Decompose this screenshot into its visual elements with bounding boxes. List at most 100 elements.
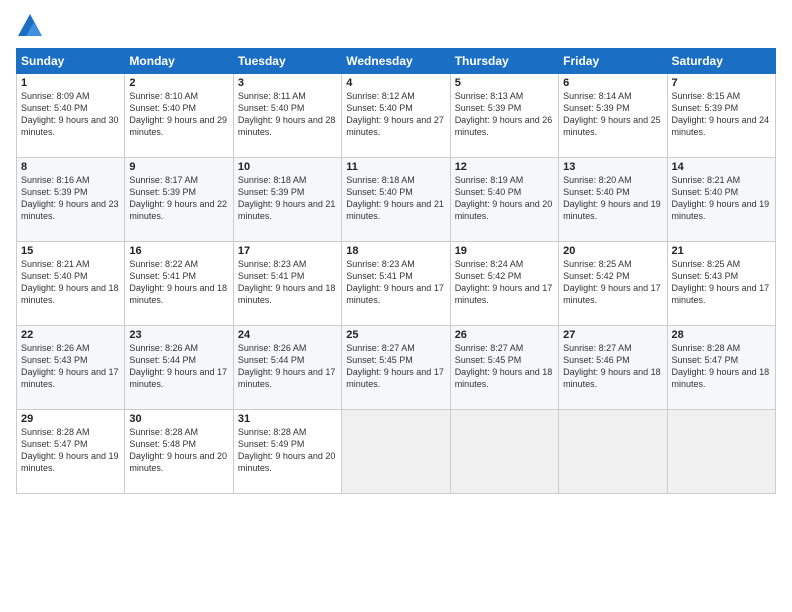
calendar-cell: 3Sunrise: 8:11 AMSunset: 5:40 PMDaylight… [233,74,341,158]
day-number: 23 [129,329,228,341]
calendar-cell: 20Sunrise: 8:25 AMSunset: 5:42 PMDayligh… [559,242,667,326]
day-number: 16 [129,245,228,257]
day-number: 2 [129,77,228,89]
weekday-header-thursday: Thursday [450,49,558,74]
cell-info: Sunrise: 8:25 AMSunset: 5:43 PMDaylight:… [672,258,771,307]
calendar-week-1: 1Sunrise: 8:09 AMSunset: 5:40 PMDaylight… [17,74,776,158]
calendar-cell: 4Sunrise: 8:12 AMSunset: 5:40 PMDaylight… [342,74,450,158]
calendar-week-5: 29Sunrise: 8:28 AMSunset: 5:47 PMDayligh… [17,410,776,494]
logo [16,12,48,40]
cell-info: Sunrise: 8:28 AMSunset: 5:47 PMDaylight:… [21,426,120,475]
calendar-cell: 27Sunrise: 8:27 AMSunset: 5:46 PMDayligh… [559,326,667,410]
cell-info: Sunrise: 8:11 AMSunset: 5:40 PMDaylight:… [238,90,337,139]
calendar-cell: 5Sunrise: 8:13 AMSunset: 5:39 PMDaylight… [450,74,558,158]
calendar-cell: 2Sunrise: 8:10 AMSunset: 5:40 PMDaylight… [125,74,233,158]
calendar-cell [667,410,775,494]
cell-info: Sunrise: 8:21 AMSunset: 5:40 PMDaylight:… [672,174,771,223]
calendar-cell: 18Sunrise: 8:23 AMSunset: 5:41 PMDayligh… [342,242,450,326]
page-container: SundayMondayTuesdayWednesdayThursdayFrid… [0,0,792,502]
day-number: 28 [672,329,771,341]
weekday-header-saturday: Saturday [667,49,775,74]
calendar-cell: 12Sunrise: 8:19 AMSunset: 5:40 PMDayligh… [450,158,558,242]
calendar-header-row: SundayMondayTuesdayWednesdayThursdayFrid… [17,49,776,74]
cell-info: Sunrise: 8:16 AMSunset: 5:39 PMDaylight:… [21,174,120,223]
cell-info: Sunrise: 8:17 AMSunset: 5:39 PMDaylight:… [129,174,228,223]
cell-info: Sunrise: 8:27 AMSunset: 5:46 PMDaylight:… [563,342,662,391]
cell-info: Sunrise: 8:19 AMSunset: 5:40 PMDaylight:… [455,174,554,223]
cell-info: Sunrise: 8:28 AMSunset: 5:49 PMDaylight:… [238,426,337,475]
cell-info: Sunrise: 8:27 AMSunset: 5:45 PMDaylight:… [346,342,445,391]
calendar-cell: 14Sunrise: 8:21 AMSunset: 5:40 PMDayligh… [667,158,775,242]
day-number: 25 [346,329,445,341]
weekday-header-wednesday: Wednesday [342,49,450,74]
calendar-cell: 21Sunrise: 8:25 AMSunset: 5:43 PMDayligh… [667,242,775,326]
day-number: 10 [238,161,337,173]
day-number: 24 [238,329,337,341]
day-number: 9 [129,161,228,173]
day-number: 6 [563,77,662,89]
day-number: 30 [129,413,228,425]
day-number: 29 [21,413,120,425]
weekday-header-tuesday: Tuesday [233,49,341,74]
day-number: 8 [21,161,120,173]
calendar-week-3: 15Sunrise: 8:21 AMSunset: 5:40 PMDayligh… [17,242,776,326]
header [16,12,776,40]
calendar-cell: 13Sunrise: 8:20 AMSunset: 5:40 PMDayligh… [559,158,667,242]
calendar-cell: 15Sunrise: 8:21 AMSunset: 5:40 PMDayligh… [17,242,125,326]
calendar-cell: 9Sunrise: 8:17 AMSunset: 5:39 PMDaylight… [125,158,233,242]
calendar-cell: 11Sunrise: 8:18 AMSunset: 5:40 PMDayligh… [342,158,450,242]
weekday-header-sunday: Sunday [17,49,125,74]
day-number: 18 [346,245,445,257]
cell-info: Sunrise: 8:23 AMSunset: 5:41 PMDaylight:… [346,258,445,307]
logo-icon [16,12,44,40]
cell-info: Sunrise: 8:26 AMSunset: 5:44 PMDaylight:… [238,342,337,391]
calendar-cell: 19Sunrise: 8:24 AMSunset: 5:42 PMDayligh… [450,242,558,326]
day-number: 27 [563,329,662,341]
day-number: 15 [21,245,120,257]
cell-info: Sunrise: 8:27 AMSunset: 5:45 PMDaylight:… [455,342,554,391]
day-number: 1 [21,77,120,89]
day-number: 7 [672,77,771,89]
cell-info: Sunrise: 8:22 AMSunset: 5:41 PMDaylight:… [129,258,228,307]
day-number: 31 [238,413,337,425]
day-number: 5 [455,77,554,89]
calendar-cell: 10Sunrise: 8:18 AMSunset: 5:39 PMDayligh… [233,158,341,242]
cell-info: Sunrise: 8:09 AMSunset: 5:40 PMDaylight:… [21,90,120,139]
calendar-week-4: 22Sunrise: 8:26 AMSunset: 5:43 PMDayligh… [17,326,776,410]
calendar-week-2: 8Sunrise: 8:16 AMSunset: 5:39 PMDaylight… [17,158,776,242]
day-number: 21 [672,245,771,257]
weekday-header-friday: Friday [559,49,667,74]
cell-info: Sunrise: 8:13 AMSunset: 5:39 PMDaylight:… [455,90,554,139]
calendar-cell: 30Sunrise: 8:28 AMSunset: 5:48 PMDayligh… [125,410,233,494]
cell-info: Sunrise: 8:20 AMSunset: 5:40 PMDaylight:… [563,174,662,223]
cell-info: Sunrise: 8:28 AMSunset: 5:47 PMDaylight:… [672,342,771,391]
calendar-body: 1Sunrise: 8:09 AMSunset: 5:40 PMDaylight… [17,74,776,494]
cell-info: Sunrise: 8:21 AMSunset: 5:40 PMDaylight:… [21,258,120,307]
cell-info: Sunrise: 8:26 AMSunset: 5:43 PMDaylight:… [21,342,120,391]
day-number: 20 [563,245,662,257]
day-number: 13 [563,161,662,173]
day-number: 11 [346,161,445,173]
day-number: 17 [238,245,337,257]
calendar-cell: 1Sunrise: 8:09 AMSunset: 5:40 PMDaylight… [17,74,125,158]
calendar-cell: 29Sunrise: 8:28 AMSunset: 5:47 PMDayligh… [17,410,125,494]
calendar-cell: 25Sunrise: 8:27 AMSunset: 5:45 PMDayligh… [342,326,450,410]
cell-info: Sunrise: 8:24 AMSunset: 5:42 PMDaylight:… [455,258,554,307]
calendar-cell: 23Sunrise: 8:26 AMSunset: 5:44 PMDayligh… [125,326,233,410]
calendar-cell: 16Sunrise: 8:22 AMSunset: 5:41 PMDayligh… [125,242,233,326]
cell-info: Sunrise: 8:28 AMSunset: 5:48 PMDaylight:… [129,426,228,475]
cell-info: Sunrise: 8:15 AMSunset: 5:39 PMDaylight:… [672,90,771,139]
calendar-cell: 24Sunrise: 8:26 AMSunset: 5:44 PMDayligh… [233,326,341,410]
calendar-cell: 6Sunrise: 8:14 AMSunset: 5:39 PMDaylight… [559,74,667,158]
calendar: SundayMondayTuesdayWednesdayThursdayFrid… [16,48,776,494]
day-number: 14 [672,161,771,173]
calendar-cell: 17Sunrise: 8:23 AMSunset: 5:41 PMDayligh… [233,242,341,326]
day-number: 26 [455,329,554,341]
calendar-cell: 22Sunrise: 8:26 AMSunset: 5:43 PMDayligh… [17,326,125,410]
cell-info: Sunrise: 8:23 AMSunset: 5:41 PMDaylight:… [238,258,337,307]
calendar-cell: 8Sunrise: 8:16 AMSunset: 5:39 PMDaylight… [17,158,125,242]
day-number: 19 [455,245,554,257]
calendar-cell: 28Sunrise: 8:28 AMSunset: 5:47 PMDayligh… [667,326,775,410]
weekday-header-monday: Monday [125,49,233,74]
cell-info: Sunrise: 8:10 AMSunset: 5:40 PMDaylight:… [129,90,228,139]
